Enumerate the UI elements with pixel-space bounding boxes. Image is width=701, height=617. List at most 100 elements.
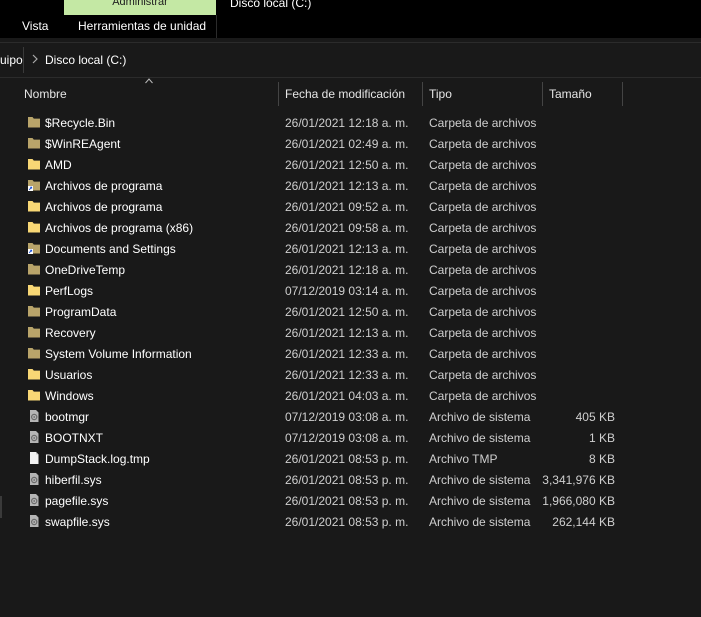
breadcrumb-computer[interactable]: uipo	[0, 53, 23, 67]
file-date: 26/01/2021 12:18 a. m.	[285, 263, 409, 277]
system-file-icon	[27, 472, 41, 486]
column-date-header[interactable]: Fecha de modificación	[285, 87, 405, 101]
file-date: 07/12/2019 03:14 a. m.	[285, 284, 409, 298]
context-tab-manage[interactable]: Administrar	[64, 0, 216, 15]
file-type: Carpeta de archivos	[429, 158, 537, 172]
column-divider[interactable]	[278, 82, 279, 106]
scroll-edge	[0, 496, 2, 518]
file-type: Carpeta de archivos	[429, 389, 537, 403]
file-row[interactable]: pagefile.sys 26/01/2021 08:53 p. m. Archiv…	[0, 490, 701, 511]
file-date: 26/01/2021 08:53 p. m.	[285, 494, 409, 508]
file-date: 26/01/2021 12:33 a. m.	[285, 368, 409, 382]
file-name: System Volume Information	[45, 347, 192, 361]
file-date: 26/01/2021 12:13 a. m.	[285, 326, 409, 340]
folder-hidden-icon	[27, 346, 41, 360]
file-name: DumpStack.log.tmp	[45, 452, 150, 466]
folder-shortcut-icon	[27, 241, 41, 255]
file-row[interactable]: swapfile.sys 26/01/2021 08:53 p. m. Archiv…	[0, 511, 701, 532]
file-type: Carpeta de archivos	[429, 200, 537, 214]
column-type-header[interactable]: Tipo	[429, 87, 452, 101]
address-separator	[23, 47, 24, 73]
file-size: 262,144 KB	[552, 515, 615, 529]
folder-hidden-icon	[27, 262, 41, 276]
file-name: Archivos de programa	[45, 200, 163, 214]
file-row[interactable]: System Volume Information 26/01/2021 12:3…	[0, 343, 701, 364]
file-row[interactable]: BOOTNXT 07/12/2019 03:08 a. m. Archivo de …	[0, 427, 701, 448]
file-name: ProgramData	[45, 305, 117, 319]
file-row[interactable]: Windows 26/01/2021 04:03 a. m. Carpeta de …	[0, 385, 701, 406]
file-row[interactable]: DumpStack.log.tmp 26/01/2021 08:53 p. m. A…	[0, 448, 701, 469]
file-name: Usuarios	[45, 368, 93, 382]
file-row[interactable]: AMD 26/01/2021 12:50 a. m. Carpeta de arch…	[0, 154, 701, 175]
file-icon	[27, 451, 41, 465]
file-name: Recovery	[45, 326, 96, 340]
column-divider[interactable]	[622, 82, 623, 106]
ribbon: Administrar Disco local (C:) Vista Herra…	[0, 0, 701, 38]
ribbon-divider	[216, 15, 217, 38]
file-type: Carpeta de archivos	[429, 326, 537, 340]
file-size: 1,966,080 KB	[542, 494, 615, 508]
file-date: 07/12/2019 03:08 a. m.	[285, 410, 409, 424]
file-row[interactable]: ProgramData 26/01/2021 12:50 a. m. Carpeta…	[0, 301, 701, 322]
file-row[interactable]: Recovery 26/01/2021 12:13 a. m. Carpeta de…	[0, 322, 701, 343]
column-divider[interactable]	[422, 82, 423, 106]
file-row[interactable]: $Recycle.Bin 26/01/2021 12:18 a. m. Carpet…	[0, 112, 701, 133]
file-row[interactable]: $WinREAgent 26/01/2021 02:49 a. m. Carpeta…	[0, 133, 701, 154]
file-type: Carpeta de archivos	[429, 305, 537, 319]
file-type: Carpeta de archivos	[429, 263, 537, 277]
file-type: Archivo de sistema	[429, 431, 531, 445]
file-date: 26/01/2021 09:52 a. m.	[285, 200, 409, 214]
file-type: Carpeta de archivos	[429, 221, 537, 235]
file-row[interactable]: bootmgr 07/12/2019 03:08 a. m. Archivo de …	[0, 406, 701, 427]
folder-icon	[27, 220, 41, 234]
file-date: 26/01/2021 09:58 a. m.	[285, 221, 409, 235]
file-name: Documents and Settings	[45, 242, 176, 256]
column-size-header[interactable]: Tamaño	[549, 87, 592, 101]
file-name: OneDriveTemp	[45, 263, 126, 277]
file-name: bootmgr	[45, 410, 90, 424]
file-row[interactable]: Archivos de programa (x86) 26/01/2021 09:…	[0, 217, 701, 238]
file-size: 405 KB	[575, 410, 615, 424]
file-date: 26/01/2021 12:33 a. m.	[285, 347, 409, 361]
file-type: Carpeta de archivos	[429, 368, 537, 382]
file-row[interactable]: PerfLogs 07/12/2019 03:14 a. m. Carpeta de…	[0, 280, 701, 301]
file-name: AMD	[45, 158, 72, 172]
system-file-icon	[27, 493, 41, 507]
file-row[interactable]: Archivos de programa 26/01/2021 09:52 a. …	[0, 196, 701, 217]
file-size: 3,341,976 KB	[542, 473, 615, 487]
column-header: Nombre Fecha de modificación Tipo Tamaño	[0, 80, 701, 108]
file-row[interactable]: Archivos de programa 26/01/2021 12:13 a. …	[0, 175, 701, 196]
system-file-icon	[27, 514, 41, 528]
file-name: $WinREAgent	[45, 137, 121, 151]
folder-hidden-icon	[27, 325, 41, 339]
tab-view[interactable]: Vista	[22, 19, 48, 33]
tab-drive-tools[interactable]: Herramientas de unidad	[78, 19, 206, 33]
file-date: 26/01/2021 08:53 p. m.	[285, 515, 409, 529]
file-row[interactable]: hiberfil.sys 26/01/2021 08:53 p. m. Archiv…	[0, 469, 701, 490]
file-date: 26/01/2021 08:53 p. m.	[285, 473, 409, 487]
file-type: Archivo de sistema	[429, 494, 531, 508]
file-name: hiberfil.sys	[45, 473, 102, 487]
column-divider[interactable]	[542, 82, 543, 106]
file-row[interactable]: Documents and Settings 26/01/2021 12:13 a…	[0, 238, 701, 259]
file-date: 26/01/2021 12:50 a. m.	[285, 158, 409, 172]
file-size: 1 KB	[588, 431, 615, 445]
address-bar[interactable]: uipo Disco local (C:)	[0, 42, 701, 78]
system-file-icon	[27, 430, 41, 444]
system-file-icon	[27, 409, 41, 423]
file-type: Carpeta de archivos	[429, 116, 537, 130]
file-type: Archivo de sistema	[429, 515, 531, 529]
file-name: pagefile.sys	[45, 494, 109, 508]
window-title: Disco local (C:)	[230, 0, 312, 10]
column-name-header[interactable]: Nombre	[24, 87, 67, 101]
file-type: Carpeta de archivos	[429, 179, 537, 193]
breadcrumb-local-disk[interactable]: Disco local (C:)	[45, 53, 126, 67]
chevron-right-icon[interactable]	[31, 54, 39, 64]
folder-icon	[27, 283, 41, 297]
file-type: Archivo TMP	[429, 452, 498, 466]
folder-hidden-icon	[27, 115, 41, 129]
file-row[interactable]: Usuarios 26/01/2021 12:33 a. m. Carpeta de…	[0, 364, 701, 385]
file-date: 26/01/2021 04:03 a. m.	[285, 389, 409, 403]
file-date: 26/01/2021 12:13 a. m.	[285, 242, 409, 256]
file-row[interactable]: OneDriveTemp 26/01/2021 12:18 a. m. Carpet…	[0, 259, 701, 280]
